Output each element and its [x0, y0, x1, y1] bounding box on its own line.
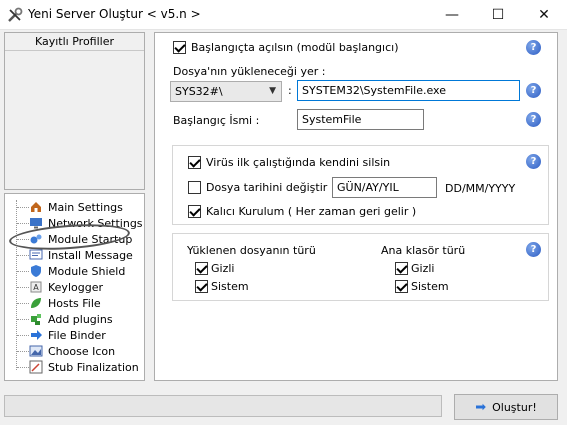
- folder-system-label: Sistem: [411, 280, 449, 293]
- file-system-label: Sistem: [211, 280, 249, 293]
- module-startup-panel: Başlangıçta açılsın (modül başlangıcı) ?…: [154, 32, 558, 381]
- file-system-checkbox[interactable]: [195, 280, 208, 293]
- tree-item-label: Module Shield: [48, 264, 126, 278]
- folder-hidden-checkbox[interactable]: [395, 262, 408, 275]
- install-dir-select[interactable]: SYS32#\ ▼: [170, 81, 282, 102]
- tree-item-label: Keylogger: [48, 280, 103, 294]
- close-button[interactable]: ✕: [521, 0, 567, 30]
- maximize-button[interactable]: ☐: [475, 0, 521, 30]
- help-icon[interactable]: ?: [526, 40, 541, 55]
- tree-connector: [17, 350, 29, 352]
- image-icon: [29, 344, 43, 358]
- tree-item-label: File Binder: [48, 328, 106, 342]
- tree-item-label: Stub Finalization: [48, 360, 139, 374]
- help-icon[interactable]: ?: [526, 242, 541, 257]
- tree-item-add-plugins[interactable]: Add plugins: [17, 311, 113, 327]
- file-name-input[interactable]: SYSTEM32\SystemFile.exe: [297, 80, 520, 101]
- svg-text:A: A: [33, 283, 39, 292]
- tree-connector: [17, 302, 29, 304]
- file-type-title: Yüklenen dosyanın türü: [187, 244, 316, 257]
- minimize-button[interactable]: —: [429, 0, 475, 30]
- change-date-checkbox[interactable]: [188, 181, 201, 194]
- startup-name-input[interactable]: SystemFile: [297, 109, 424, 130]
- file-hidden-checkbox[interactable]: [195, 262, 208, 275]
- tree-item-label: Hosts File: [48, 296, 101, 310]
- delete-self-checkbox[interactable]: [188, 156, 201, 169]
- tree-item-stub-finalization[interactable]: Stub Finalization: [17, 359, 139, 375]
- house-icon: [29, 200, 43, 214]
- install-path-label: Dosya'nın yükleneceği yer :: [173, 65, 326, 78]
- keyboard-icon: A: [29, 280, 43, 294]
- build-button-label: Oluştur!: [492, 400, 537, 414]
- title-bar: Yeni Server Oluştur < v5.n > — ☐ ✕: [0, 0, 567, 30]
- tree-item-label: Choose Icon: [48, 344, 116, 358]
- arrow-right-icon: ➡: [475, 399, 487, 415]
- tree-connector: [17, 366, 29, 368]
- tree-connector: [17, 222, 29, 224]
- persistent-install-label: Kalıcı Kurulum ( Her zaman geri gelir ): [206, 205, 417, 218]
- tree-item-choose-icon[interactable]: Choose Icon: [17, 343, 115, 359]
- help-icon[interactable]: ?: [526, 154, 541, 169]
- delete-self-label: Virüs ilk çalıştığında kendini silsin: [206, 156, 391, 169]
- saved-profiles-list[interactable]: Kayıtlı Profiller: [4, 32, 145, 190]
- startup-name-label: Başlangıç İsmi :: [173, 114, 260, 127]
- tree-item-file-binder[interactable]: File Binder: [17, 327, 106, 343]
- tree-connector: [17, 334, 29, 336]
- change-date-label: Dosya tarihini değiştir :: [206, 181, 335, 194]
- tree-connector: [17, 318, 29, 320]
- tree-connector: [17, 270, 29, 272]
- tree-item-label: Install Message: [48, 248, 133, 262]
- file-hidden-label: Gizli: [211, 262, 235, 275]
- saved-profiles-header: Kayıtlı Profiller: [5, 33, 144, 51]
- run-at-start-checkbox[interactable]: [173, 41, 186, 54]
- tree-item-install-message[interactable]: Install Message: [17, 247, 133, 263]
- attributes-group: Yüklenen dosyanın türü Gizli Sistem Ana …: [172, 233, 549, 301]
- arrow-icon: [29, 328, 43, 342]
- tree-item-label: Add plugins: [48, 312, 113, 326]
- tree-item-module-shield[interactable]: Module Shield: [17, 263, 125, 279]
- date-format-label: DD/MM/YYYY: [445, 182, 516, 195]
- puzzle-icon: [29, 312, 43, 326]
- chevron-down-icon: ▼: [269, 86, 276, 96]
- settings-tree: Main Settings Network Settings Module Star…: [4, 193, 145, 381]
- date-input[interactable]: GÜN/AY/YIL: [332, 177, 437, 198]
- leaf-icon: [29, 296, 43, 310]
- folder-hidden-label: Gizli: [411, 262, 435, 275]
- install-options-group: Virüs ilk çalıştığında kendini silsin ? …: [172, 145, 549, 225]
- folder-type-title: Ana klasör türü: [381, 244, 466, 257]
- tree-item-keylogger[interactable]: A Keylogger: [17, 279, 103, 295]
- tree-connector: [17, 206, 29, 208]
- tree-item-hosts-file[interactable]: Hosts File: [17, 295, 101, 311]
- window-title: Yeni Server Oluştur < v5.n >: [28, 7, 201, 21]
- install-dir-value: SYS32#\: [175, 85, 223, 98]
- shield-icon: [29, 264, 43, 278]
- tree-item-main-settings[interactable]: Main Settings: [17, 199, 123, 215]
- build-button[interactable]: ➡ Oluştur!: [454, 394, 558, 420]
- build-progress-bar: [4, 395, 442, 417]
- run-at-start-label: Başlangıçta açılsın (modül başlangıcı): [191, 41, 399, 54]
- tree-connector: [17, 286, 29, 288]
- help-icon[interactable]: ?: [526, 112, 541, 127]
- tools-icon: [8, 7, 23, 22]
- help-icon[interactable]: ?: [526, 83, 541, 98]
- tree-item-label: Main Settings: [48, 200, 123, 214]
- tree-connector: [17, 254, 29, 256]
- path-separator: :: [288, 84, 292, 97]
- wand-icon: [29, 360, 43, 374]
- persistent-install-checkbox[interactable]: [188, 205, 201, 218]
- folder-system-checkbox[interactable]: [395, 280, 408, 293]
- message-icon: [29, 248, 43, 262]
